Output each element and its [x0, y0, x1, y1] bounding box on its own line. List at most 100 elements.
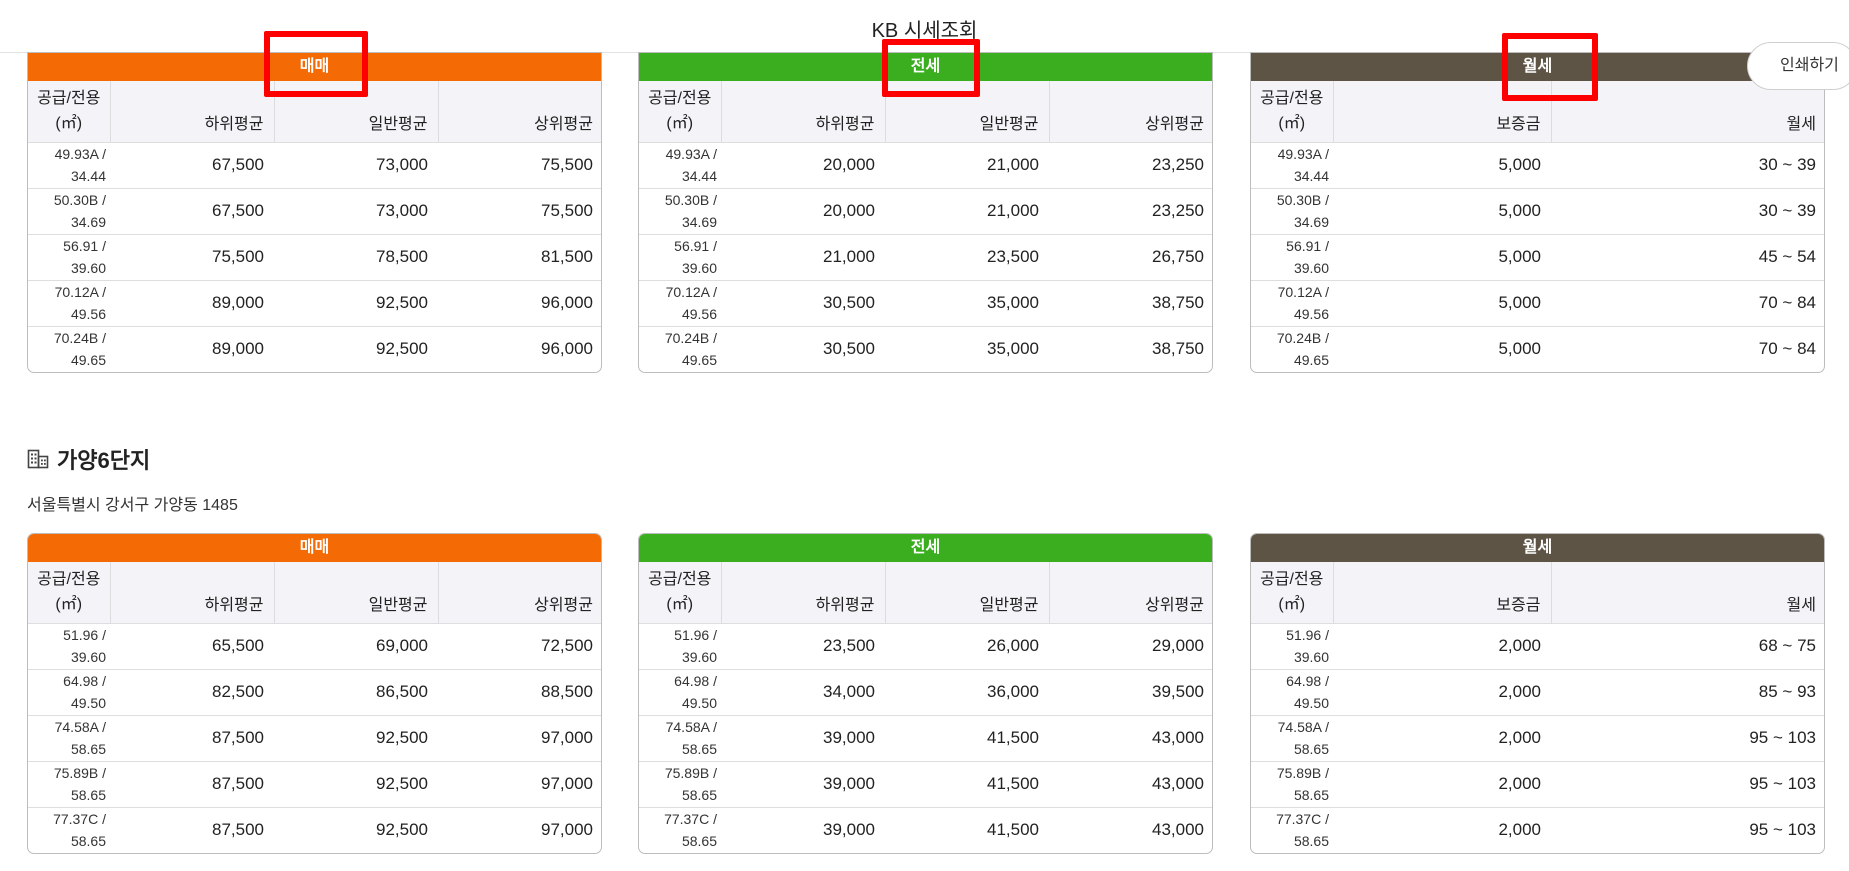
area-cell: 64.98 / 49.50 — [1251, 668, 1333, 715]
building-icon — [27, 449, 49, 469]
table-row: 64.98 / 49.50 82,500 86,500 88,500 — [28, 668, 601, 715]
monthly-price-table: 공급/전용 (㎡) 보증금 월세 51.96 / 39.60 2,000 68 ~ 75 6… — [1251, 562, 1824, 853]
column-header: 상위평균 — [437, 562, 601, 623]
price-cell: 39,500 — [1049, 668, 1212, 715]
price-cell: 36,000 — [885, 668, 1049, 715]
area-cell: 77.37C / 58.65 — [639, 806, 721, 853]
table-row: 49.93A / 34.44 67,500 73,000 75,500 — [28, 141, 601, 188]
price-cell: 30,500 — [721, 279, 885, 326]
sale-price-panel: 매매 공급/전용 (㎡) 하위평균 일반평균 상위평균 49.93A / 34.44 67,… — [27, 52, 602, 373]
price-cell: 92,500 — [274, 806, 438, 853]
price-cell: 34,000 — [721, 668, 885, 715]
area-cell: 51.96 / 39.60 — [639, 622, 721, 669]
table-row: 56.91 / 39.60 21,000 23,500 26,750 — [639, 233, 1212, 280]
price-cell: 95 ~ 103 — [1551, 714, 1824, 761]
area-cell: 56.91 / 39.60 — [1251, 233, 1333, 280]
price-cell: 21,000 — [885, 187, 1049, 234]
column-header: 상위평균 — [437, 81, 601, 142]
price-cell: 23,250 — [1049, 141, 1212, 188]
price-cell: 95 ~ 103 — [1551, 806, 1824, 853]
table-row: 74.58A / 58.65 2,000 95 ~ 103 — [1251, 714, 1824, 761]
price-cell: 38,750 — [1049, 325, 1212, 372]
area-cell: 49.93A / 34.44 — [1251, 141, 1333, 188]
table-row: 56.91 / 39.60 75,500 78,500 81,500 — [28, 233, 601, 280]
print-button[interactable]: 인쇄하기 — [1747, 42, 1849, 90]
table-row: 74.58A / 58.65 87,500 92,500 97,000 — [28, 714, 601, 761]
price-cell: 5,000 — [1333, 187, 1551, 234]
price-cell: 92,500 — [274, 325, 438, 372]
complex-name-text: 가양6단지 — [57, 448, 151, 473]
complex-address: 서울특별시 강서구 가양동 1485 — [27, 497, 238, 514]
price-cell: 92,500 — [274, 279, 438, 326]
price-cell: 5,000 — [1333, 233, 1551, 280]
price-cell: 87,500 — [110, 714, 274, 761]
complex-name: 가양6단지 — [27, 443, 150, 475]
area-cell: 70.24B / 49.65 — [28, 325, 110, 372]
price-cell: 75,500 — [110, 233, 274, 280]
table-row: 50.30B / 34.69 5,000 30 ~ 39 — [1251, 187, 1824, 234]
area-cell: 56.91 / 39.60 — [639, 233, 721, 280]
price-cell: 5,000 — [1333, 141, 1551, 188]
highlight-box-monthly — [1502, 33, 1598, 101]
table-row: 50.30B / 34.69 20,000 21,000 23,250 — [639, 187, 1212, 234]
price-cell: 35,000 — [885, 279, 1049, 326]
area-cell: 49.93A / 34.44 — [28, 141, 110, 188]
table-row: 51.96 / 39.60 23,500 26,000 29,000 — [639, 622, 1212, 669]
area-cell: 77.37C / 58.65 — [28, 806, 110, 853]
price-cell: 5,000 — [1333, 279, 1551, 326]
price-cell: 26,750 — [1049, 233, 1212, 280]
price-cell: 70 ~ 84 — [1551, 279, 1824, 326]
price-cell: 82,500 — [110, 668, 274, 715]
price-cell: 97,000 — [438, 714, 601, 761]
area-cell: 75.89B / 58.65 — [639, 760, 721, 807]
area-cell: 51.96 / 39.60 — [1251, 622, 1333, 669]
price-cell: 75,500 — [438, 187, 601, 234]
table-row: 64.98 / 49.50 34,000 36,000 39,500 — [639, 668, 1212, 715]
price-cell: 70 ~ 84 — [1551, 325, 1824, 372]
area-cell: 49.93A / 34.44 — [639, 141, 721, 188]
area-cell: 70.24B / 49.65 — [1251, 325, 1333, 372]
price-cell: 75,500 — [438, 141, 601, 188]
column-header: 공급/전용 (㎡) — [639, 562, 721, 623]
column-header: 일반평균 — [884, 562, 1049, 623]
price-cell: 95 ~ 103 — [1551, 760, 1824, 807]
table-row: 51.96 / 39.60 2,000 68 ~ 75 — [1251, 622, 1824, 669]
jeonse-panel-title: 전세 — [639, 534, 1212, 562]
price-cell: 69,000 — [274, 622, 438, 669]
price-cell: 41,500 — [885, 760, 1049, 807]
area-cell: 70.12A / 49.56 — [1251, 279, 1333, 326]
price-cell: 41,500 — [885, 714, 1049, 761]
monthly-price-table: 공급/전용 (㎡) 보증금 월세 49.93A / 34.44 5,000 30 ~ 39… — [1251, 81, 1824, 372]
sale-price-panel: 매매 공급/전용 (㎡) 하위평균 일반평균 상위평균 51.96 / 39.60 65,5… — [27, 533, 602, 854]
table-row: 50.30B / 34.69 67,500 73,000 75,500 — [28, 187, 601, 234]
price-cell: 2,000 — [1333, 806, 1551, 853]
table-row: 75.89B / 58.65 39,000 41,500 43,000 — [639, 760, 1212, 807]
price-cell: 2,000 — [1333, 668, 1551, 715]
jeonse-price-panel: 전세 공급/전용 (㎡) 하위평균 일반평균 상위평균 49.93A / 34.44 20,… — [638, 52, 1213, 373]
price-cell: 23,250 — [1049, 187, 1212, 234]
area-cell: 50.30B / 34.69 — [639, 187, 721, 234]
table-row: 75.89B / 58.65 87,500 92,500 97,000 — [28, 760, 601, 807]
table-row: 75.89B / 58.65 2,000 95 ~ 103 — [1251, 760, 1824, 807]
table-row: 49.93A / 34.44 5,000 30 ~ 39 — [1251, 141, 1824, 188]
column-header: 하위평균 — [109, 562, 274, 623]
column-header: 공급/전용 (㎡) — [28, 81, 110, 142]
table-row: 70.12A / 49.56 89,000 92,500 96,000 — [28, 279, 601, 326]
sale-panel-title: 매매 — [28, 534, 601, 562]
price-cell: 65,500 — [110, 622, 274, 669]
table-row: 74.58A / 58.65 39,000 41,500 43,000 — [639, 714, 1212, 761]
price-cell: 81,500 — [438, 233, 601, 280]
column-header: 공급/전용 (㎡) — [1251, 81, 1333, 142]
column-header: 상위평균 — [1048, 81, 1212, 142]
area-cell: 74.58A / 58.65 — [639, 714, 721, 761]
area-cell: 75.89B / 58.65 — [1251, 760, 1333, 807]
price-cell: 68 ~ 75 — [1551, 622, 1824, 669]
column-header: 하위평균 — [109, 81, 274, 142]
price-cell: 20,000 — [721, 187, 885, 234]
area-cell: 64.98 / 49.50 — [28, 668, 110, 715]
monthly-price-panel: 월세 공급/전용 (㎡) 보증금 월세 51.96 / 39.60 2,000 68 ~ 7… — [1250, 533, 1825, 854]
table-row: 77.37C / 58.65 39,000 41,500 43,000 — [639, 806, 1212, 853]
price-cell: 89,000 — [110, 279, 274, 326]
column-header: 공급/전용 (㎡) — [1251, 562, 1333, 623]
sale-price-table: 공급/전용 (㎡) 하위평균 일반평균 상위평균 51.96 / 39.60 65,500… — [28, 562, 601, 853]
